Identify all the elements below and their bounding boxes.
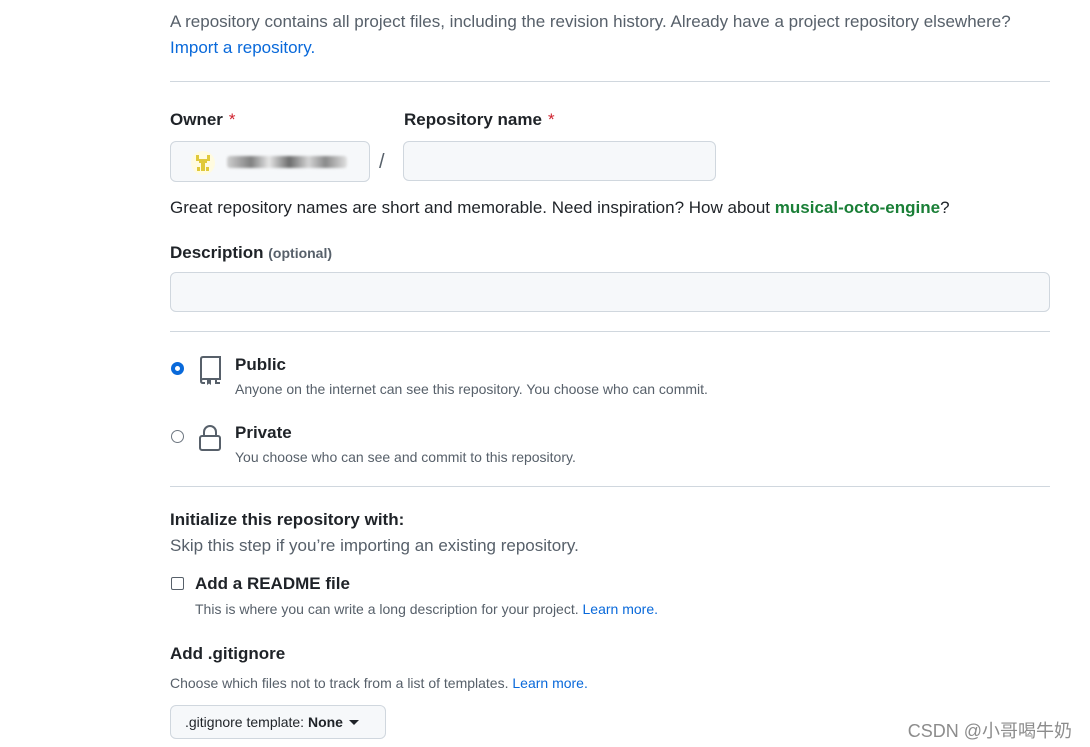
description-input[interactable] — [170, 272, 1050, 312]
name-suggestion[interactable]: musical-octo-engine — [775, 198, 940, 217]
private-description: You choose who can see and commit to thi… — [235, 449, 576, 465]
owner-label-text: Owner — [170, 110, 223, 129]
repository-name-label: Repository name * — [404, 110, 555, 130]
public-description: Anyone on the internet can see this repo… — [235, 381, 708, 397]
required-mark: * — [228, 110, 236, 129]
private-radio[interactable] — [171, 430, 184, 443]
public-title: Public — [235, 355, 287, 374]
initialize-subtitle: Skip this step if you’re importing an ex… — [170, 536, 579, 555]
readme-desc-text: This is where you can write a long descr… — [195, 601, 579, 617]
watermark: CSDN @小哥喝牛奶 — [907, 721, 1072, 741]
owner-name-redacted — [227, 156, 347, 168]
readme-label[interactable]: Add a README file — [195, 574, 350, 594]
gitignore-title: Add .gitignore — [170, 644, 286, 663]
description-label-text: Description — [170, 243, 264, 262]
gitignore-button-value: None — [307, 714, 343, 730]
lock-icon — [198, 424, 222, 457]
private-title: Private — [235, 423, 292, 442]
hint-suffix: ? — [940, 198, 950, 217]
description-label: Description (optional) — [170, 243, 332, 263]
gitignore-button-prefix: .gitignore template: — [185, 714, 305, 730]
public-radio[interactable] — [171, 362, 184, 375]
readme-description: This is where you can write a long descr… — [195, 601, 658, 617]
hint-text: Great repository names are short and mem… — [170, 198, 771, 217]
divider — [170, 486, 1050, 487]
repository-name-hint: Great repository names are short and mem… — [170, 198, 950, 218]
avatar — [191, 151, 215, 175]
caret-down-icon — [348, 719, 359, 725]
required-mark: * — [547, 110, 555, 129]
gitignore-desc-text: Choose which files not to track from a l… — [170, 675, 509, 691]
intro-text-block: A repository contains all project files,… — [170, 9, 1050, 61]
repository-name-label-text: Repository name — [404, 110, 542, 129]
owner-label: Owner * — [170, 110, 236, 130]
intro-text: A repository contains all project files,… — [170, 12, 1011, 31]
gitignore-learn-more-link[interactable]: Learn more. — [512, 675, 587, 691]
owner-repo-separator: / — [379, 151, 385, 173]
readme-learn-more-link[interactable]: Learn more. — [583, 601, 658, 617]
readme-checkbox[interactable] — [171, 577, 184, 590]
gitignore-template-button[interactable]: .gitignore template: None — [170, 705, 386, 739]
owner-select[interactable] — [170, 141, 370, 182]
gitignore-description: Choose which files not to track from a l… — [170, 675, 588, 691]
optional-tag: (optional) — [268, 245, 333, 261]
divider — [170, 331, 1050, 332]
repository-name-input[interactable] — [403, 141, 716, 181]
repo-icon — [198, 356, 222, 391]
divider — [170, 81, 1050, 82]
initialize-title: Initialize this repository with: — [170, 510, 405, 529]
import-repository-link[interactable]: Import a repository. — [170, 38, 315, 57]
